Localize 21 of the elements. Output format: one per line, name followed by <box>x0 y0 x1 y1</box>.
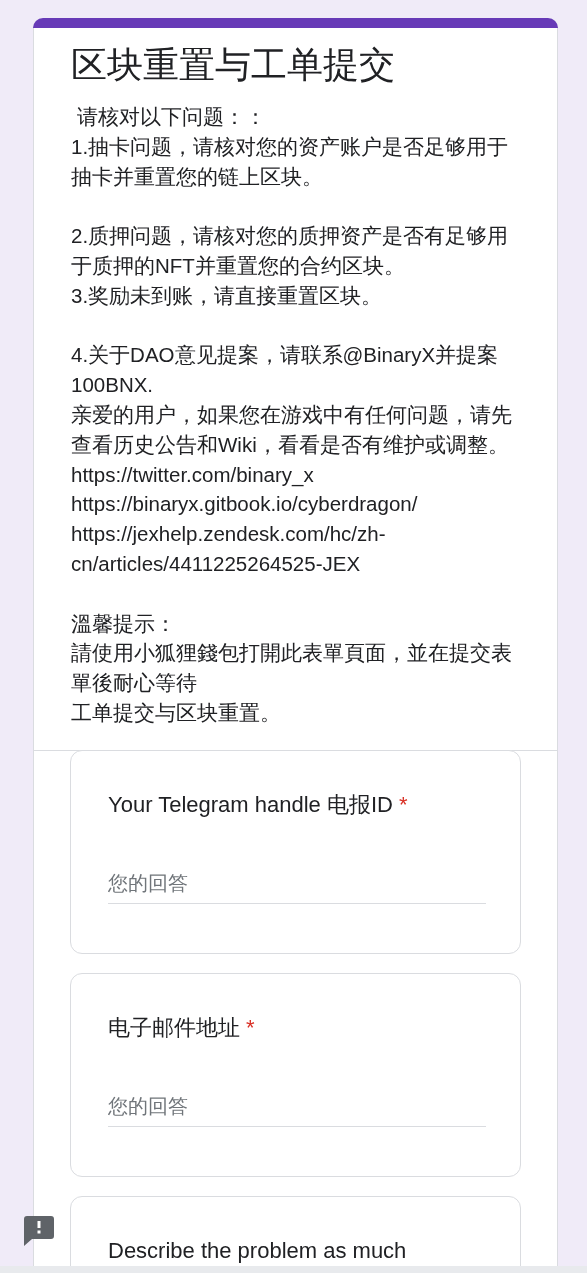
description-text: 1.抽卡问题，请核对您的资产账户是否足够用于抽卡并重置您的链上区块。 <box>71 133 510 190</box>
description-text: 工单提交与区块重置。 <box>71 699 282 726</box>
description-text: https://jexhelp.zendesk.com/hc/zh-cn/articles/4411225264525-JEX <box>71 521 387 577</box>
description-text: 溫馨提示： <box>71 610 177 637</box>
answer-field[interactable]: 您的回答 <box>108 865 486 904</box>
description-text: 4.关于DAO意见提案，请联系@BinaryX并提案100BNX. <box>71 342 500 399</box>
required-asterisk: * <box>246 1014 255 1040</box>
description-text: 请核对以下问题：： <box>75 104 267 130</box>
description-text: https://binaryx.gitbook.io/cyberdragon/ <box>71 491 419 518</box>
description-text: https://twitter.com/binary_x <box>71 461 315 489</box>
feedback-icon[interactable] <box>24 1216 54 1246</box>
description-text: 亲爱的用户，如果您在游戏中有任何问题，请先查看历史公告和Wiki，看看是否有维护或调整。 <box>71 401 513 458</box>
question-title: Your Telegram handle 电报ID <box>108 791 393 817</box>
required-asterisk: * <box>398 791 408 817</box>
question-title: Describe the problem as much <box>108 1237 407 1263</box>
answer-field[interactable]: 您的回答 <box>108 1088 486 1127</box>
description-text: 請使用小狐狸錢包打開此表單頁面，並在提交表單後耐心等待 <box>71 640 513 697</box>
question-title: 电子邮件地址 <box>108 1014 240 1040</box>
form-title: 区块重置与工单提交 <box>70 43 396 87</box>
description-text: 3.奖励未到账，请直接重置区块。 <box>71 282 384 309</box>
description-text: 2.质押问题，请核对您的质押资产是否有足够用于质押的NFT并重置您的合约区块。 <box>71 223 510 279</box>
